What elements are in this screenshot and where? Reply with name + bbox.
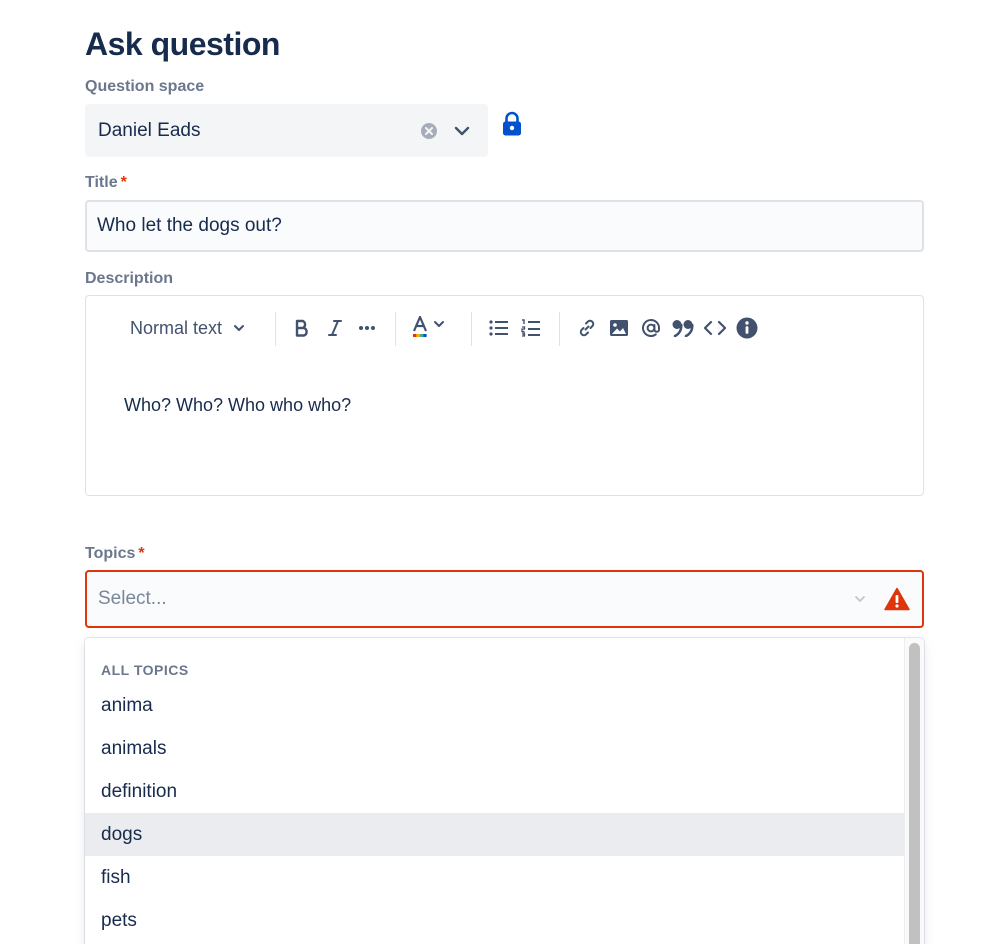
title-input[interactable] bbox=[85, 200, 924, 252]
title-label-text: Title bbox=[85, 174, 118, 191]
code-icon[interactable] bbox=[700, 310, 730, 346]
toolbar-divider bbox=[471, 312, 472, 346]
toolbar-divider bbox=[275, 312, 276, 346]
italic-icon[interactable] bbox=[321, 310, 349, 346]
editor-toolbar: Normal text bbox=[86, 310, 923, 346]
topics-label: Topics * bbox=[85, 545, 145, 563]
chevron-down-icon[interactable] bbox=[852, 591, 868, 607]
required-asterisk: * bbox=[120, 174, 127, 191]
menu-group-heading: ALL TOPICS bbox=[101, 662, 189, 678]
description-editor[interactable]: Normal text Who? Who? Who who who? bbox=[85, 295, 924, 496]
menu-item-dogs[interactable]: dogs bbox=[85, 813, 904, 856]
text-color-icon[interactable] bbox=[408, 310, 454, 346]
menu-item-fish[interactable]: fish bbox=[85, 856, 904, 899]
scrollbar-thumb[interactable] bbox=[909, 643, 920, 944]
question-space-select[interactable]: Daniel Eads bbox=[85, 104, 488, 157]
menu-item-definition[interactable]: definition bbox=[85, 770, 904, 813]
editor-content[interactable]: Who? Who? Who who who? bbox=[124, 395, 351, 416]
text-style-label: Normal text bbox=[130, 317, 223, 338]
chevron-down-icon[interactable] bbox=[452, 121, 472, 141]
page-title: Ask question bbox=[85, 26, 280, 62]
topics-dropdown-menu: ALL TOPICS anima animals definition dogs… bbox=[85, 638, 924, 944]
menu-item-pets[interactable]: pets bbox=[85, 899, 904, 942]
question-space-label: Question space bbox=[85, 78, 205, 95]
menu-item-animals[interactable]: animals bbox=[85, 727, 904, 770]
topics-label-text: Topics bbox=[85, 545, 136, 562]
required-asterisk: * bbox=[138, 545, 145, 562]
title-label: Title * bbox=[85, 174, 127, 192]
warning-icon bbox=[884, 587, 910, 611]
scrollbar[interactable] bbox=[904, 638, 924, 944]
bullet-list-icon[interactable] bbox=[484, 310, 514, 346]
description-label: Description bbox=[85, 270, 174, 287]
question-space-value: Daniel Eads bbox=[98, 119, 201, 141]
clear-icon[interactable] bbox=[420, 122, 438, 140]
link-icon[interactable] bbox=[572, 310, 602, 346]
lock-icon bbox=[500, 111, 524, 137]
info-icon[interactable] bbox=[732, 310, 762, 346]
numbered-list-icon[interactable] bbox=[516, 310, 546, 346]
chevron-down-icon bbox=[234, 325, 245, 331]
topics-placeholder: Select... bbox=[98, 588, 167, 609]
menu-item-anima[interactable]: anima bbox=[85, 684, 904, 727]
image-icon[interactable] bbox=[604, 310, 634, 346]
quote-icon[interactable] bbox=[668, 310, 698, 346]
more-icon[interactable] bbox=[353, 310, 381, 346]
mention-icon[interactable] bbox=[636, 310, 666, 346]
bold-icon[interactable] bbox=[288, 310, 316, 346]
toolbar-divider bbox=[559, 312, 560, 346]
toolbar-divider bbox=[395, 312, 396, 346]
topics-select[interactable]: Select... bbox=[85, 570, 924, 628]
text-style-dropdown[interactable]: Normal text bbox=[122, 310, 262, 346]
